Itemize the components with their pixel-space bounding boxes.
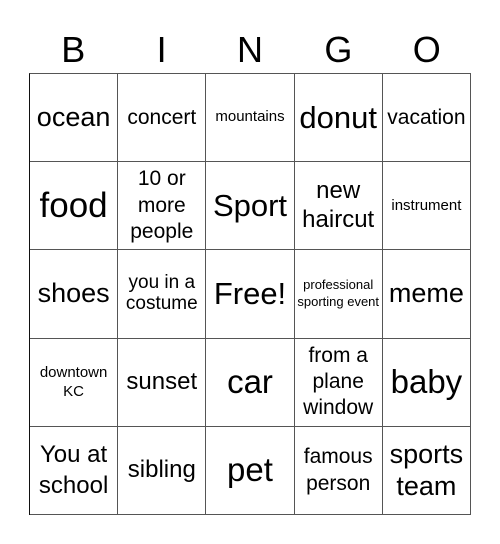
bingo-cell[interactable]: vacation: [382, 74, 471, 163]
bingo-cell[interactable]: you in a costume: [118, 250, 207, 339]
bingo-cell[interactable]: food: [30, 162, 119, 251]
bingo-cell[interactable]: sibling: [118, 426, 207, 515]
bingo-cell[interactable]: mountains: [206, 74, 295, 163]
bingo-cell[interactable]: car: [206, 338, 295, 427]
bingo-cell[interactable]: famous person: [294, 426, 383, 515]
bingo-cell[interactable]: 10 or more people: [118, 162, 207, 251]
bingo-cell[interactable]: instrument: [382, 162, 471, 251]
bingo-header: B I N G O: [29, 26, 471, 74]
bingo-cell[interactable]: shoes: [30, 250, 119, 339]
bingo-grid: ocean concert mountains donut vacation f…: [29, 73, 471, 515]
free-space-cell[interactable]: Free!: [206, 250, 295, 339]
bingo-cell[interactable]: sports team: [382, 426, 471, 515]
bingo-cell[interactable]: You at school: [30, 426, 119, 515]
bingo-cell[interactable]: meme: [382, 250, 471, 339]
header-letter-b: B: [61, 29, 86, 70]
bingo-cell[interactable]: sunset: [118, 338, 207, 427]
bingo-cell[interactable]: pet: [206, 426, 295, 515]
header-letter-g: G: [324, 29, 353, 70]
header-letter-o: O: [412, 29, 441, 70]
bingo-cell[interactable]: baby: [382, 338, 471, 427]
bingo-cell[interactable]: professional sporting event: [294, 250, 383, 339]
bingo-cell[interactable]: donut: [294, 74, 383, 163]
bingo-cell[interactable]: concert: [118, 74, 207, 163]
header-letter-i: I: [156, 29, 167, 70]
bingo-cell[interactable]: Sport: [206, 162, 295, 251]
bingo-cell[interactable]: new haircut: [294, 162, 383, 251]
bingo-cell[interactable]: downtown KC: [30, 338, 119, 427]
header-letter-n: N: [236, 29, 263, 70]
bingo-cell[interactable]: from a plane window: [294, 338, 383, 427]
bingo-cell[interactable]: ocean: [30, 74, 119, 163]
